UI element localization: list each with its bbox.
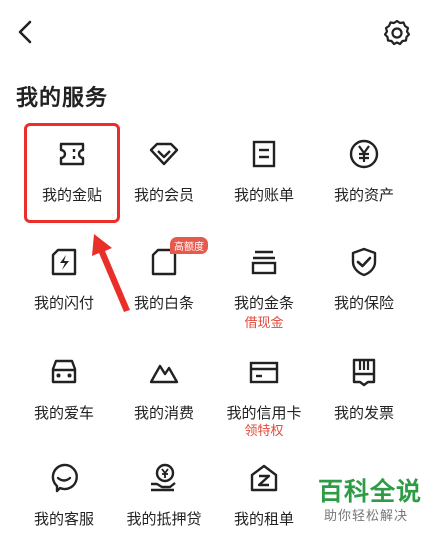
top-bar (0, 0, 442, 64)
service-customer-support[interactable]: 我的客服 (14, 452, 114, 534)
service-consumption[interactable]: 我的消费 (114, 346, 214, 446)
service-rental[interactable]: 我的租单 (214, 452, 314, 534)
diamond-icon (149, 142, 179, 166)
watermark-title: 百科全说 (318, 477, 423, 506)
service-label: 我的金条 (233, 294, 294, 312)
ticket-icon (59, 142, 85, 166)
bill-icon (252, 140, 276, 168)
service-sublabel: 借现金 (244, 316, 284, 331)
service-label: 我的金贴 (41, 186, 102, 204)
chevron-left-icon[interactable] (12, 16, 40, 48)
yen-circle-icon (349, 139, 379, 169)
mountain-icon (149, 364, 179, 384)
service-label: 我的消费 (133, 404, 194, 422)
service-invoice[interactable]: 我的发票 (314, 346, 414, 446)
stack-icon (251, 250, 277, 275)
receipt-icon (352, 358, 376, 387)
service-label: 我的爱车 (33, 404, 94, 422)
service-membership[interactable]: 我的会员 (114, 128, 214, 228)
service-label: 我的发票 (333, 404, 394, 422)
section-title: 我的服务 (16, 86, 109, 111)
hand-yen-icon (151, 463, 176, 492)
credit-card-icon (249, 361, 279, 384)
service-bill[interactable]: 我的账单 (214, 128, 314, 228)
service-mortgage-loan[interactable]: 我的抵押贷 (114, 452, 214, 534)
car-icon (51, 359, 77, 384)
service-label: 我的会员 (133, 186, 194, 204)
pointer-arrow (92, 234, 130, 312)
service-label: 我的保险 (333, 294, 394, 312)
service-gold-subsidy[interactable]: 我的金贴 (22, 128, 122, 228)
service-label: 我的资产 (333, 186, 394, 204)
promo-badge: 高额度 (170, 237, 208, 254)
watermark-subtitle: 助你轻松解决 (324, 509, 409, 524)
service-label: 我的客服 (33, 510, 94, 528)
shield-check-icon (351, 247, 377, 277)
service-label: 我的抵押贷 (126, 510, 202, 528)
lightning-card-icon (51, 248, 77, 276)
service-label: 我的账单 (233, 186, 294, 204)
chat-bubble-icon (51, 463, 78, 493)
service-car[interactable]: 我的爱车 (14, 346, 114, 446)
service-insurance[interactable]: 我的保险 (314, 236, 414, 336)
house-z-icon (250, 464, 278, 492)
service-assets[interactable]: 我的资产 (314, 128, 414, 228)
service-sublabel: 领特权 (244, 424, 284, 439)
watermark: 百科全说 助你轻松解决 (312, 472, 436, 530)
service-label: 我的租单 (233, 510, 294, 528)
gear-icon[interactable] (382, 18, 412, 48)
